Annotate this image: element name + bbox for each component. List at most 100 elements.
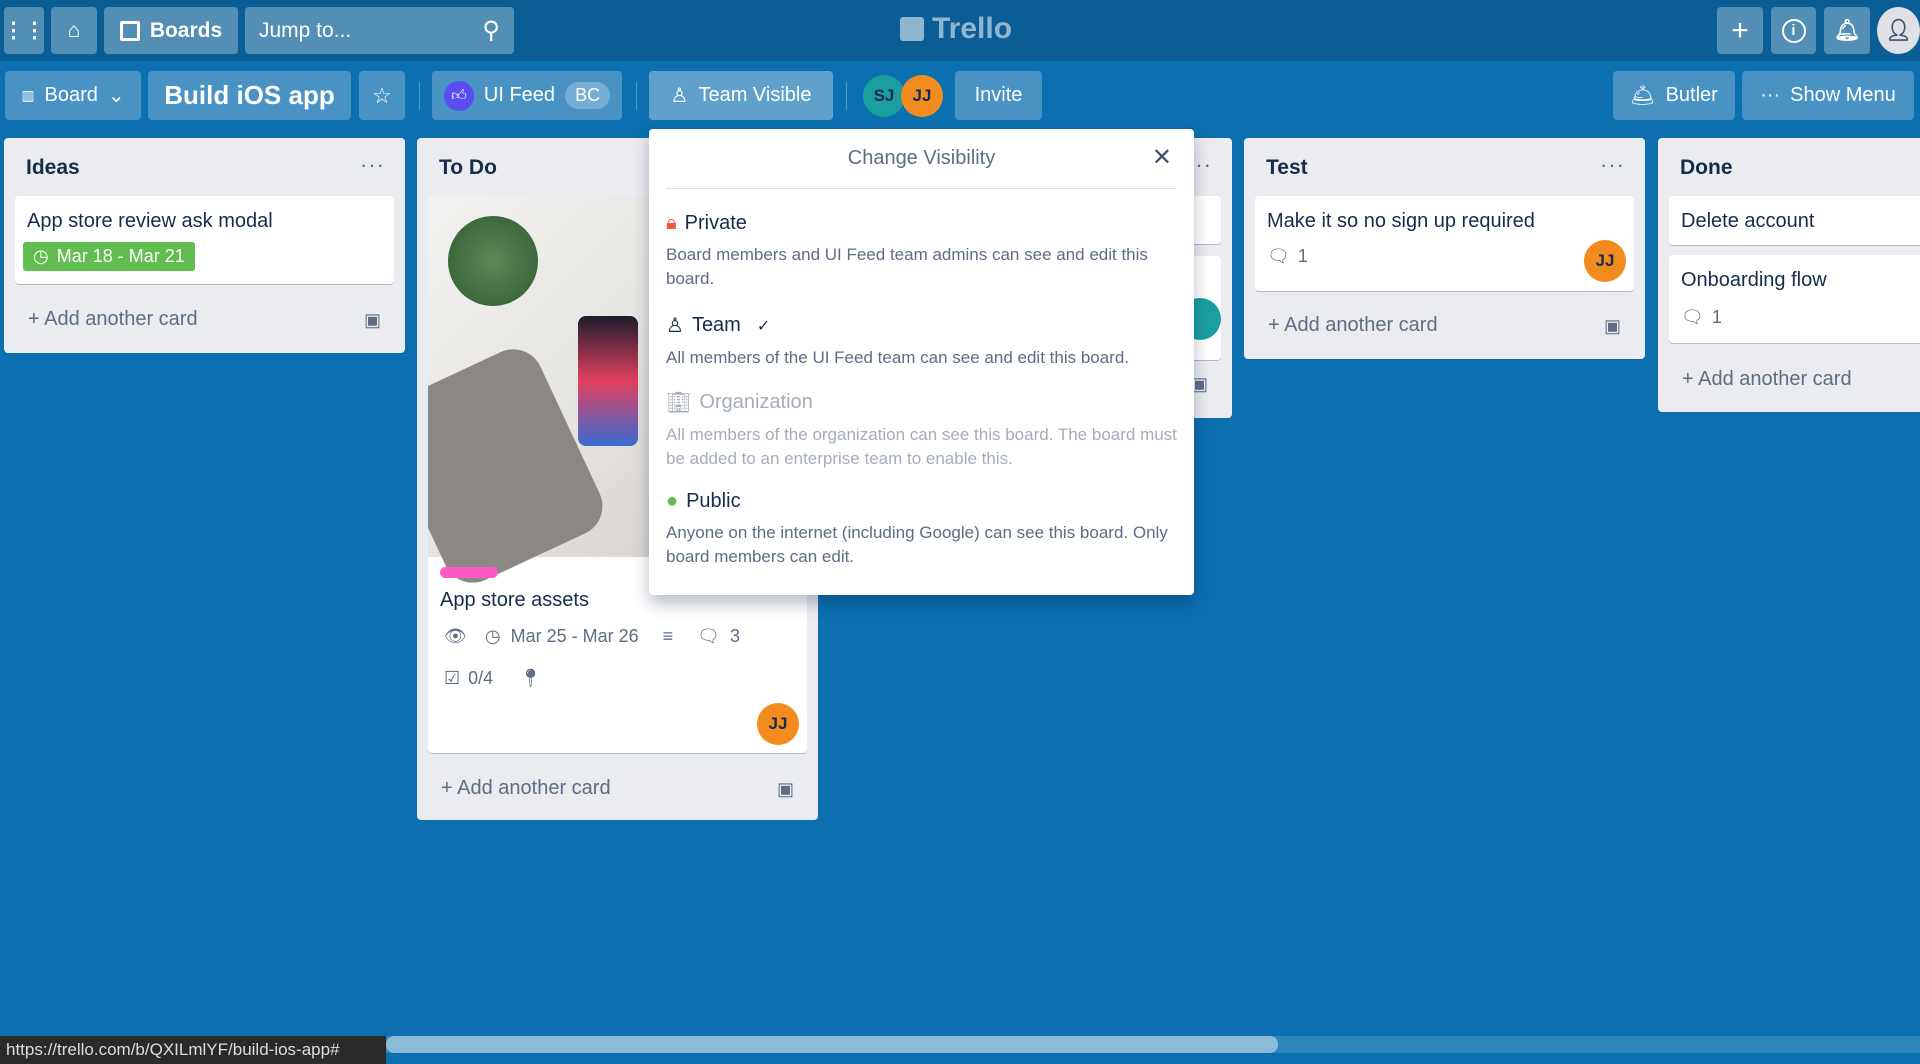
list-title[interactable]: Ideas <box>26 156 80 180</box>
search-placeholder: Jump to... <box>259 18 352 42</box>
option-name: Organization <box>699 391 813 413</box>
list-menu-icon[interactable]: ··· <box>1600 152 1625 178</box>
option-private[interactable]: 🔒︎ Private Board members and UI Feed team… <box>666 212 1180 291</box>
status-url: https://trello.com/b/QXILmlYF/build-ios-… <box>0 1036 386 1064</box>
plant-image <box>448 216 538 306</box>
due-date: Mar 18 - Mar 21 <box>56 246 185 266</box>
home-icon: ⌂ <box>67 18 81 42</box>
visibility-button[interactable]: ♙ Team Visible <box>649 71 833 120</box>
card-badges-row2: ☑ 0/4 📍︎ <box>444 668 542 689</box>
description-icon: ≡ <box>662 626 674 646</box>
member-avatar[interactable]: SJ <box>863 75 905 117</box>
board-view-button[interactable]: ▥ Board ⌄ <box>5 71 141 120</box>
show-menu-button[interactable]: ··· Show Menu <box>1742 71 1914 120</box>
phone-image <box>578 316 638 446</box>
add-card-button[interactable]: + Add another card <box>28 308 198 331</box>
member-avatar[interactable]: JJ <box>1584 240 1626 282</box>
add-card-label: Add another card <box>1284 314 1438 336</box>
home-button[interactable]: ⌂ <box>51 7 97 54</box>
avatar[interactable]: 👤︎ <box>1877 7 1920 54</box>
add-card-label: Add another card <box>457 777 611 799</box>
team-logo-icon: 👍︎ <box>443 80 474 111</box>
eye-icon: 👁︎ <box>444 626 467 646</box>
card-template-icon[interactable]: ▣ <box>364 310 381 331</box>
comment-count: 3 <box>730 626 741 646</box>
search-icon: ⚲ <box>482 17 500 44</box>
check-icon: ✓ <box>756 317 771 335</box>
team-button[interactable]: 👍︎ UI Feed BC <box>432 71 622 120</box>
card-title: Delete account <box>1681 210 1815 232</box>
trello-logo-icon <box>900 17 924 41</box>
list-done: Done Delete account Onboarding flow 🗨︎ 1 … <box>1658 138 1920 412</box>
due-date: Mar 25 - Mar 26 <box>510 626 639 646</box>
card[interactable]: Onboarding flow 🗨︎ 1 <box>1669 255 1920 343</box>
lock-icon: 🔒︎ <box>666 212 677 234</box>
list-title[interactable]: Done <box>1680 156 1733 180</box>
popover-title: Change Visibility <box>847 147 996 169</box>
card-title: App store review ask modal <box>27 210 273 232</box>
list-ideas: Ideas ··· App store review ask modal ◷ Ma… <box>4 138 405 353</box>
card[interactable]: Delete account <box>1669 196 1920 245</box>
team-name: UI Feed <box>483 84 556 106</box>
butler-button[interactable]: 🛎︎ Butler <box>1613 71 1735 120</box>
card-template-icon[interactable]: ▣ <box>777 779 794 800</box>
option-organization: 🏢︎ Organization All members of the organi… <box>666 390 1180 471</box>
visibility-label: Team Visible <box>698 84 812 106</box>
show-menu-label: Show Menu <box>1790 84 1896 106</box>
list-title[interactable]: Test <box>1266 156 1308 180</box>
apps-button[interactable]: ⋮⋮ <box>3 7 45 54</box>
board-title[interactable]: Build iOS app <box>148 71 351 120</box>
notifications-button[interactable]: 🔔︎ <box>1824 7 1870 54</box>
chevron-down-icon: ⌄ <box>107 85 125 107</box>
change-visibility-popover: Change Visibility ✕ 🔒︎ Private Board memb… <box>649 129 1194 595</box>
user-icon: 👤︎ <box>1885 18 1912 42</box>
board-icon <box>119 20 140 41</box>
location-icon: 📍︎ <box>519 668 543 688</box>
boards-button[interactable]: Boards <box>104 7 238 54</box>
logo-text: Trello <box>932 12 1013 45</box>
option-public[interactable]: ● Public Anyone on the internet (includin… <box>666 490 1180 569</box>
add-card-label: Add another card <box>44 308 198 330</box>
card-label[interactable] <box>440 567 498 578</box>
bell-service-icon: 🛎︎ <box>1630 85 1656 107</box>
card[interactable]: Make it so no sign up required 🗨︎ 1 JJ <box>1255 196 1634 291</box>
clock-icon: ◷ <box>33 246 49 266</box>
checklist-count: 0/4 <box>468 668 494 688</box>
comment-count: 1 <box>1297 246 1308 266</box>
boards-label: Boards <box>149 18 223 42</box>
comment-icon: 🗨︎ <box>697 626 720 646</box>
butler-label: Butler <box>1665 84 1718 106</box>
close-icon[interactable]: ✕ <box>1152 143 1172 172</box>
member-avatar[interactable]: JJ <box>757 703 799 745</box>
bell-icon: 🔔︎ <box>1833 18 1861 42</box>
list-title[interactable]: To Do <box>439 156 497 180</box>
option-desc: Board members and UI Feed team admins ca… <box>666 245 1148 288</box>
star-button[interactable]: ☆ <box>359 71 405 120</box>
option-name: Public <box>686 490 741 512</box>
option-desc: Anyone on the internet (including Google… <box>666 523 1168 566</box>
card-title: Make it so no sign up required <box>1267 210 1535 232</box>
comment-icon: 🗨︎ <box>1267 246 1290 266</box>
top-bar: ⋮⋮ ⌂ Boards Jump to... ⚲ Trello + i 🔔︎ 👤︎ <box>0 0 1920 61</box>
trello-logo[interactable]: Trello <box>900 12 1012 46</box>
more-icon: ··· <box>1760 84 1781 106</box>
info-icon: i <box>1781 18 1806 43</box>
add-card-button[interactable]: + Add another card <box>1268 314 1438 337</box>
scrollbar-thumb[interactable] <box>386 1036 1278 1053</box>
card[interactable]: App store review ask modal ◷ Mar 18 - Mar… <box>15 196 394 284</box>
list-test: Test ··· Make it so no sign up required … <box>1244 138 1645 359</box>
member-avatar[interactable]: JJ <box>901 75 943 117</box>
list-menu-icon[interactable]: ··· <box>360 152 385 178</box>
checklist-icon: ☑ <box>444 668 461 688</box>
card-template-icon[interactable]: ▣ <box>1604 316 1621 337</box>
add-card-button[interactable]: + Add another card <box>441 777 611 800</box>
option-team[interactable]: ♙ Team ✓ All members of the UI Feed team c… <box>666 313 1180 370</box>
card-title: App store assets <box>440 589 589 611</box>
add-card-button[interactable]: + Add another card <box>1682 368 1852 391</box>
due-date-badge[interactable]: ◷ Mar 18 - Mar 21 <box>23 242 195 271</box>
invite-button[interactable]: Invite <box>955 71 1042 120</box>
info-button[interactable]: i <box>1771 7 1816 54</box>
search-input[interactable]: Jump to... ⚲ <box>245 7 514 54</box>
create-button[interactable]: + <box>1717 7 1763 54</box>
board-view-label: Board <box>44 84 98 106</box>
